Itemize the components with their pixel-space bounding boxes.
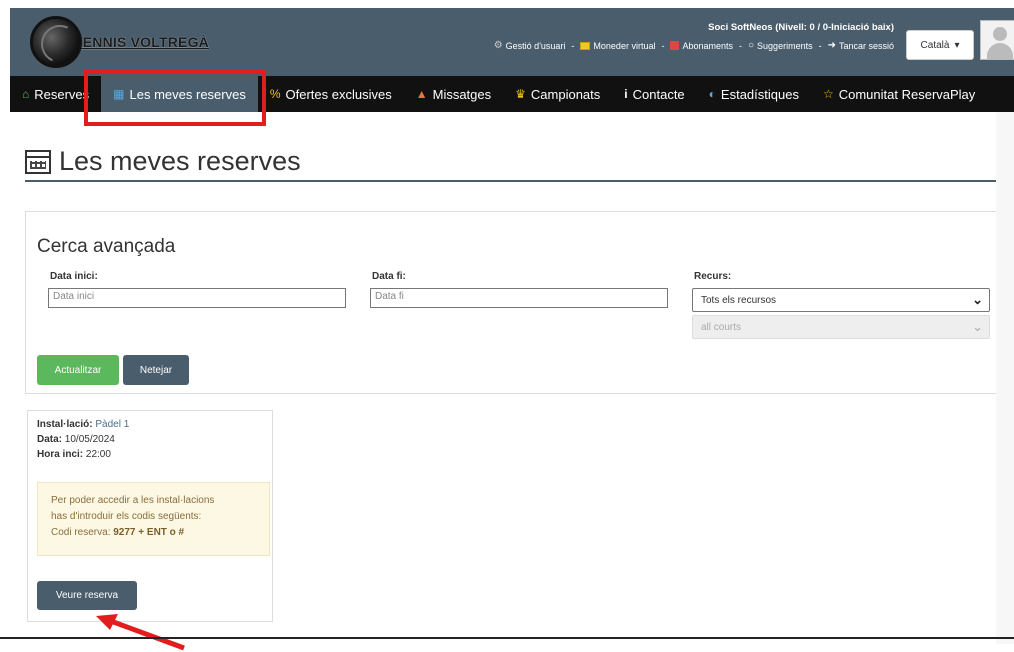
- facility-value: Pàdel 1: [95, 419, 130, 430]
- exit-icon: ➜: [827, 40, 836, 51]
- language-label: Català: [920, 39, 950, 51]
- pointer-arrow-annotation: [96, 614, 185, 651]
- chart-icon: ◐: [708, 87, 716, 101]
- home-icon: ⌂: [22, 87, 30, 101]
- time-value: 22:00: [85, 449, 111, 460]
- scrollbar-track[interactable]: [996, 112, 1014, 644]
- panel-title: Cerca avançada: [37, 236, 176, 257]
- facility-row: Instal·lació: Pàdel 1: [37, 419, 130, 430]
- nav-item-messages[interactable]: ▲ Missatges: [404, 76, 503, 112]
- highlight-annotation: [84, 70, 266, 126]
- wallet-icon: [580, 41, 591, 50]
- user-info: Soci SoftNeos (Nivell: 0 / 0-Iniciació b…: [708, 22, 894, 33]
- view-reservation-button[interactable]: Veure reserva: [37, 581, 137, 610]
- date-row: Data: 10/05/2024: [37, 434, 115, 445]
- clear-button[interactable]: Netejar: [123, 355, 189, 385]
- update-button[interactable]: Actualitzar: [37, 355, 119, 385]
- end-date-input[interactable]: Data fi: [370, 288, 668, 308]
- date-value: 10/05/2024: [64, 434, 115, 445]
- tennis-ball-logo-icon: [30, 16, 82, 68]
- resource-select[interactable]: Tots els recursos ⌄: [692, 288, 990, 312]
- calendar-icon: [25, 149, 51, 174]
- avatar[interactable]: [980, 20, 1014, 60]
- percent-icon: %: [269, 87, 281, 101]
- suggestions-link[interactable]: ○ Suggeriments: [748, 40, 813, 51]
- virtual-wallet-link[interactable]: Moneder virtual: [580, 41, 655, 51]
- divider: [25, 180, 1011, 182]
- edit-icon: [670, 41, 680, 50]
- logout-link[interactable]: ➜ Tancar sessió: [828, 40, 894, 51]
- reservation-card: Instal·lació: Pàdel 1 Data: 10/05/2024 H…: [27, 410, 273, 622]
- nav-item-championships[interactable]: ♛ Campionats: [503, 76, 612, 112]
- page-title: Les meves reserves: [25, 146, 301, 177]
- courts-select: all courts ⌄: [692, 315, 990, 339]
- nav-item-contact[interactable]: i Contacte: [612, 76, 696, 112]
- bottom-divider: [0, 637, 1014, 639]
- access-notice: Per poder accedir a les instal·lacions h…: [37, 482, 270, 556]
- comment-icon: ○: [748, 40, 755, 51]
- user-menu: ⚙ Gestió d'usuari - Moneder virtual - Abo…: [493, 40, 894, 51]
- nav-item-statistics[interactable]: ◐ Estadístiques: [697, 76, 811, 112]
- language-selector[interactable]: Català ▾: [906, 30, 974, 60]
- nav-item-community[interactable]: ☆ Comunitat ReservaPlay: [811, 76, 987, 112]
- caret-down-icon: ▾: [954, 39, 960, 51]
- chevron-down-icon: ⌄: [972, 292, 983, 307]
- advanced-search-panel: Cerca avançada Data inici: Data inici Da…: [25, 211, 1011, 394]
- star-icon: ☆: [822, 87, 834, 101]
- subscriptions-link[interactable]: Abonaments: [670, 41, 733, 51]
- access-code: 9277 + ENT o #: [113, 527, 185, 538]
- resource-label: Recurs:: [694, 271, 732, 282]
- club-logo[interactable]: TENNIS VOLTREGÀ: [30, 16, 209, 68]
- end-date-label: Data fi:: [372, 271, 406, 282]
- trophy-icon: ♛: [515, 87, 526, 101]
- user-management-link[interactable]: ⚙ Gestió d'usuari: [494, 40, 566, 51]
- chevron-down-icon: ⌄: [972, 319, 983, 334]
- bell-icon: ▲: [415, 87, 428, 101]
- logo-text: TENNIS VOLTREGÀ: [74, 34, 209, 50]
- app-header: TENNIS VOLTREGÀ Soci SoftNeos (Nivell: 0…: [10, 8, 1014, 76]
- nav-item-offers[interactable]: % Ofertes exclusives: [258, 76, 404, 112]
- gear-icon: ⚙: [493, 40, 503, 51]
- time-row: Hora inci: 22:00: [37, 449, 111, 460]
- start-date-input[interactable]: Data inici: [48, 288, 346, 308]
- info-icon: i: [624, 87, 628, 101]
- start-date-label: Data inici:: [50, 271, 98, 282]
